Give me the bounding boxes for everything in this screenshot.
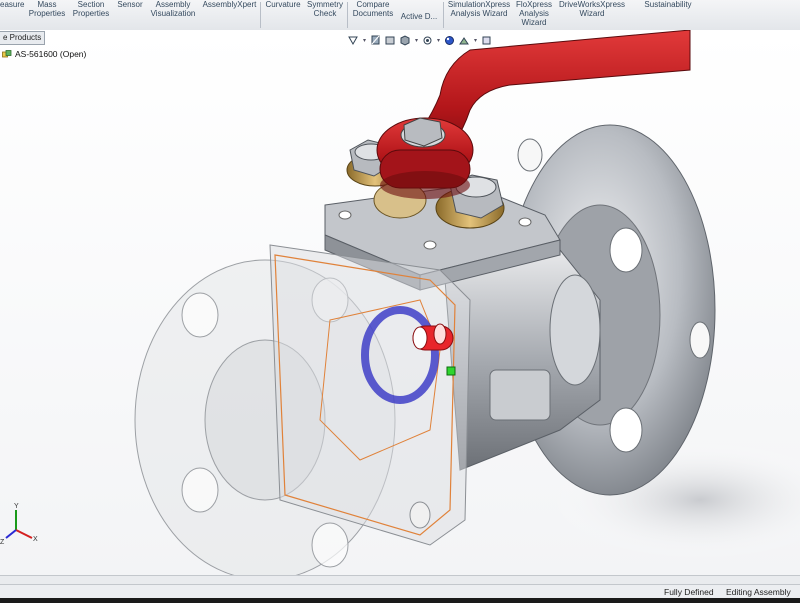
triad-y-label: Y <box>14 503 19 510</box>
transparent-end-cap[interactable] <box>269 244 471 546</box>
dropdown-arrow-icon[interactable]: ▾ <box>437 37 440 44</box>
tree-root-assembly[interactable]: AS-561600 (Open) <box>2 49 86 59</box>
graphics-viewport[interactable]: Y X Z <box>0 30 800 576</box>
mass-properties-button[interactable]: Mass Properties <box>27 0 67 18</box>
view-orientation-icon[interactable] <box>385 35 396 46</box>
scene-icon[interactable] <box>459 35 470 46</box>
command-manager-ribbon: easure Mass Properties Section Propertie… <box>0 0 800 39</box>
simulationxpress-button[interactable]: SimulationXpress Analysis Wizard <box>446 0 512 18</box>
compare-documents-button[interactable]: Compare Documents <box>350 0 396 18</box>
dropdown-arrow-icon[interactable]: ▾ <box>474 37 477 44</box>
previous-view-icon[interactable] <box>348 35 359 46</box>
assembly-visualization-button[interactable]: Assembly Visualization <box>148 0 198 18</box>
sensor-button[interactable]: Sensor <box>115 0 145 9</box>
selected-red-bushing[interactable] <box>412 323 454 351</box>
display-style-icon[interactable] <box>400 34 411 46</box>
ribbon-separator <box>347 2 348 28</box>
status-fully-defined: Fully Defined <box>664 587 714 597</box>
tree-tab-products[interactable]: e Products <box>0 31 46 45</box>
status-editing-assembly: Editing Assembly <box>726 587 791 597</box>
taskbar-strip <box>0 598 800 603</box>
sustainability-button[interactable]: Sustainability <box>640 0 696 9</box>
status-bar: Fully Defined Editing Assembly <box>0 584 800 599</box>
assemblyxpert-button[interactable]: AssemblyXpert <box>202 0 257 9</box>
dropdown-arrow-icon[interactable]: ▾ <box>415 37 418 44</box>
ribbon-separator <box>260 2 261 28</box>
triad-z-label: Z <box>0 539 5 546</box>
measure-button[interactable]: easure <box>0 0 24 9</box>
symmetry-check-button[interactable]: Symmetry Check <box>306 0 344 18</box>
dropdown-arrow-icon[interactable]: ▾ <box>363 37 366 44</box>
driveworksxpress-button[interactable]: DriveWorksXpress Wizard <box>557 0 627 18</box>
ribbon-separator <box>443 2 444 28</box>
hide-show-items-icon[interactable] <box>422 35 433 46</box>
tree-root-label: AS-561600 (Open) <box>15 49 87 59</box>
view-settings-icon[interactable] <box>481 35 492 46</box>
horizontal-scrollbar[interactable] <box>0 575 800 584</box>
heads-up-view-toolbar: ▾ ▾ ▾ ▾ <box>348 33 492 47</box>
floxpress-button[interactable]: FloXpress Analysis Wizard <box>514 0 554 27</box>
assembly-icon <box>2 49 12 57</box>
section-view-icon[interactable] <box>370 35 381 46</box>
triad-x-label: X <box>33 536 38 543</box>
selection-handle-green[interactable] <box>446 366 456 376</box>
active-doc-label: Active D... <box>400 12 438 21</box>
section-properties-button[interactable]: Section Properties <box>70 0 112 18</box>
appearance-icon[interactable] <box>444 35 455 46</box>
curvature-button[interactable]: Curvature <box>263 0 303 9</box>
